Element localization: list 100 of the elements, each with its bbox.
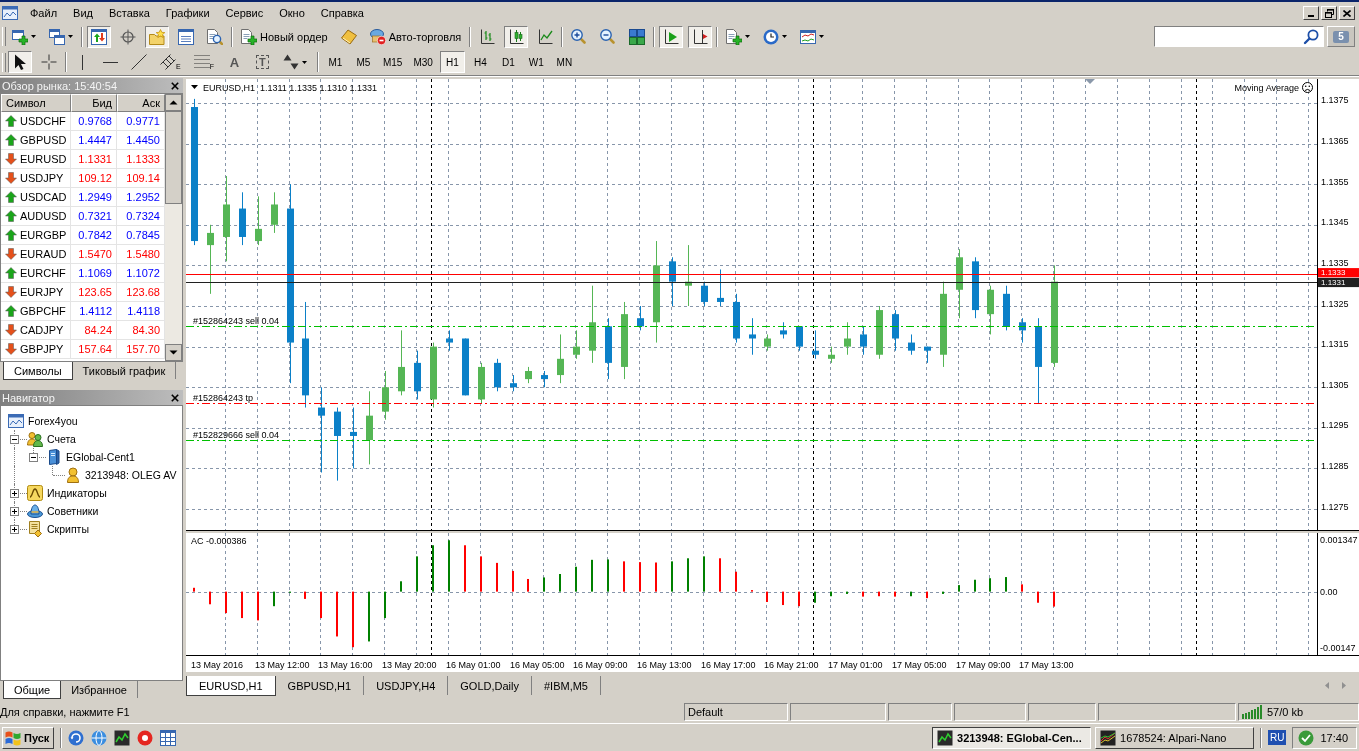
- timeframe-button[interactable]: M5: [350, 51, 376, 73]
- caret-icon: [745, 35, 751, 38]
- dropdown-triangle-icon[interactable]: [191, 85, 198, 89]
- down-arrow-icon: [5, 248, 17, 260]
- chart-tab[interactable]: GBPUSD,H1: [275, 676, 365, 695]
- round-logo-icon[interactable]: [137, 729, 154, 746]
- search-field[interactable]: [1154, 26, 1324, 47]
- panel-tab[interactable]: Символы: [3, 362, 73, 380]
- check-circle-icon[interactable]: [1298, 729, 1315, 746]
- tree-item[interactable]: 3213948: OLEG AV: [85, 469, 177, 481]
- timeframe-button[interactable]: H4: [467, 51, 493, 73]
- menu-item[interactable]: Справка: [312, 5, 372, 21]
- cursor-tool-button[interactable]: [8, 51, 32, 73]
- panel-tab[interactable]: Тиковый график: [72, 362, 177, 379]
- panel-tab[interactable]: Общие: [3, 681, 62, 699]
- timeframe-button[interactable]: M15: [378, 51, 407, 73]
- candle: [669, 256, 676, 307]
- minus-box-icon[interactable]: [29, 452, 38, 462]
- column-header[interactable]: Бид: [71, 94, 117, 112]
- plus-box-icon[interactable]: [10, 506, 19, 516]
- crosshair-icon: [41, 54, 57, 70]
- menu-item[interactable]: Вид: [65, 5, 101, 21]
- text-tool-button[interactable]: A: [222, 51, 246, 73]
- chart-tab[interactable]: EURUSD,H1: [186, 676, 276, 696]
- column-header[interactable]: Аск: [117, 94, 165, 112]
- menu-item[interactable]: Окно: [271, 5, 313, 21]
- down-arrow-icon: [5, 343, 17, 355]
- chart-tab[interactable]: USDJPY,H4: [364, 676, 449, 695]
- timeframe-button[interactable]: H1: [439, 51, 465, 73]
- timeframe-button[interactable]: M30: [409, 51, 437, 73]
- taskbar-button[interactable]: 3213948: EGlobal-Cen...: [932, 726, 1091, 749]
- globe-icon[interactable]: [91, 729, 108, 746]
- candle: [637, 305, 644, 331]
- tree-item[interactable]: Индикаторы: [47, 487, 107, 499]
- timeframe-button[interactable]: MN: [551, 51, 577, 73]
- candle: [924, 346, 931, 364]
- auto-trading-button[interactable]: Авто-торговля: [365, 25, 466, 48]
- chart-shift-button[interactable]: [688, 25, 713, 48]
- text-label-tool-button[interactable]: T: [250, 51, 274, 73]
- plus-box-icon[interactable]: [10, 488, 19, 498]
- tree-item[interactable]: EGlobal-Cent1: [66, 451, 135, 463]
- symbol-name[interactable]: GBPUSD: [20, 134, 67, 146]
- symbol-name[interactable]: CADJPY: [20, 324, 64, 336]
- candle: [876, 305, 883, 360]
- timeframe-button[interactable]: M1: [322, 51, 348, 73]
- bid-price: 0.7842: [71, 226, 117, 244]
- clock-icon: [763, 28, 780, 45]
- chart-window-icon[interactable]: [2, 5, 18, 21]
- menu-item[interactable]: Сервис: [217, 5, 272, 21]
- circular-arrow-icon[interactable]: [68, 729, 85, 746]
- ref-line-label: 1.1331: [1321, 278, 1347, 288]
- menu-item[interactable]: Вставка: [100, 5, 158, 21]
- timeframe-button[interactable]: W1: [523, 51, 549, 73]
- scrollbar[interactable]: [165, 94, 182, 361]
- symbol-name[interactable]: USDCHF: [20, 115, 66, 127]
- zoom-out-icon: [600, 28, 617, 45]
- symbol-name[interactable]: EURCHF: [20, 267, 66, 279]
- auto-scroll-button[interactable]: [659, 25, 684, 48]
- symbol-name[interactable]: AUDUSD: [20, 210, 67, 222]
- new-order-button[interactable]: Новый ордер: [237, 25, 332, 48]
- symbol-name[interactable]: USDCAD: [20, 191, 67, 203]
- language-indicator[interactable]: RU: [1268, 730, 1287, 745]
- time-axis-label: 17 May 13:00: [1019, 660, 1074, 670]
- minimize-button[interactable]: [1303, 6, 1319, 20]
- timeframe-button[interactable]: D1: [495, 51, 521, 73]
- hat-icon: [27, 503, 43, 519]
- close-icon[interactable]: [171, 393, 179, 402]
- restore-button[interactable]: [1321, 6, 1337, 20]
- navigator-button[interactable]: [145, 25, 169, 48]
- symbol-name[interactable]: EURGBP: [20, 229, 67, 241]
- symbol-name[interactable]: USDJPY: [20, 172, 64, 184]
- panel-tab[interactable]: Избранное: [61, 681, 138, 698]
- chart-tab[interactable]: GOLD,Daily: [448, 676, 532, 695]
- column-header[interactable]: Символ: [1, 94, 71, 112]
- tree-item[interactable]: Счета: [47, 433, 76, 445]
- menu-item[interactable]: Файл: [22, 5, 66, 21]
- start-button[interactable]: Пуск: [2, 726, 55, 749]
- symbol-name[interactable]: EURAUD: [20, 248, 67, 260]
- chart-tab[interactable]: #IBM,M5: [531, 676, 601, 695]
- plus-box-icon[interactable]: [10, 524, 19, 534]
- symbol-name[interactable]: EURUSD: [20, 153, 67, 165]
- shift-marker-icon[interactable]: [1085, 79, 1095, 84]
- grid-window-icon[interactable]: [160, 729, 177, 746]
- dotted-lines-icon: [193, 54, 210, 70]
- close-icon[interactable]: [171, 81, 179, 90]
- candlestick-button[interactable]: [504, 25, 529, 48]
- close-button[interactable]: [1339, 6, 1355, 20]
- tree-item[interactable]: Forex4you: [28, 415, 78, 427]
- taskbar-button[interactable]: 1678524: Alpari-Nano: [1095, 726, 1254, 749]
- minus-box-icon[interactable]: [10, 434, 19, 444]
- chart-app-icon[interactable]: [114, 729, 131, 746]
- tree-item[interactable]: Скрипты: [47, 523, 89, 535]
- symbol-name[interactable]: GBPJPY: [20, 343, 64, 355]
- market-watch-button[interactable]: [87, 25, 111, 48]
- price-axis-label: 1.1305: [1321, 379, 1349, 390]
- symbol-name[interactable]: EURJPY: [20, 286, 64, 298]
- symbol-name[interactable]: GBPCHF: [20, 305, 66, 317]
- menu-item[interactable]: Графики: [157, 5, 218, 21]
- stacked-windows-icon: [49, 28, 65, 45]
- tree-item[interactable]: Советники: [47, 505, 99, 517]
